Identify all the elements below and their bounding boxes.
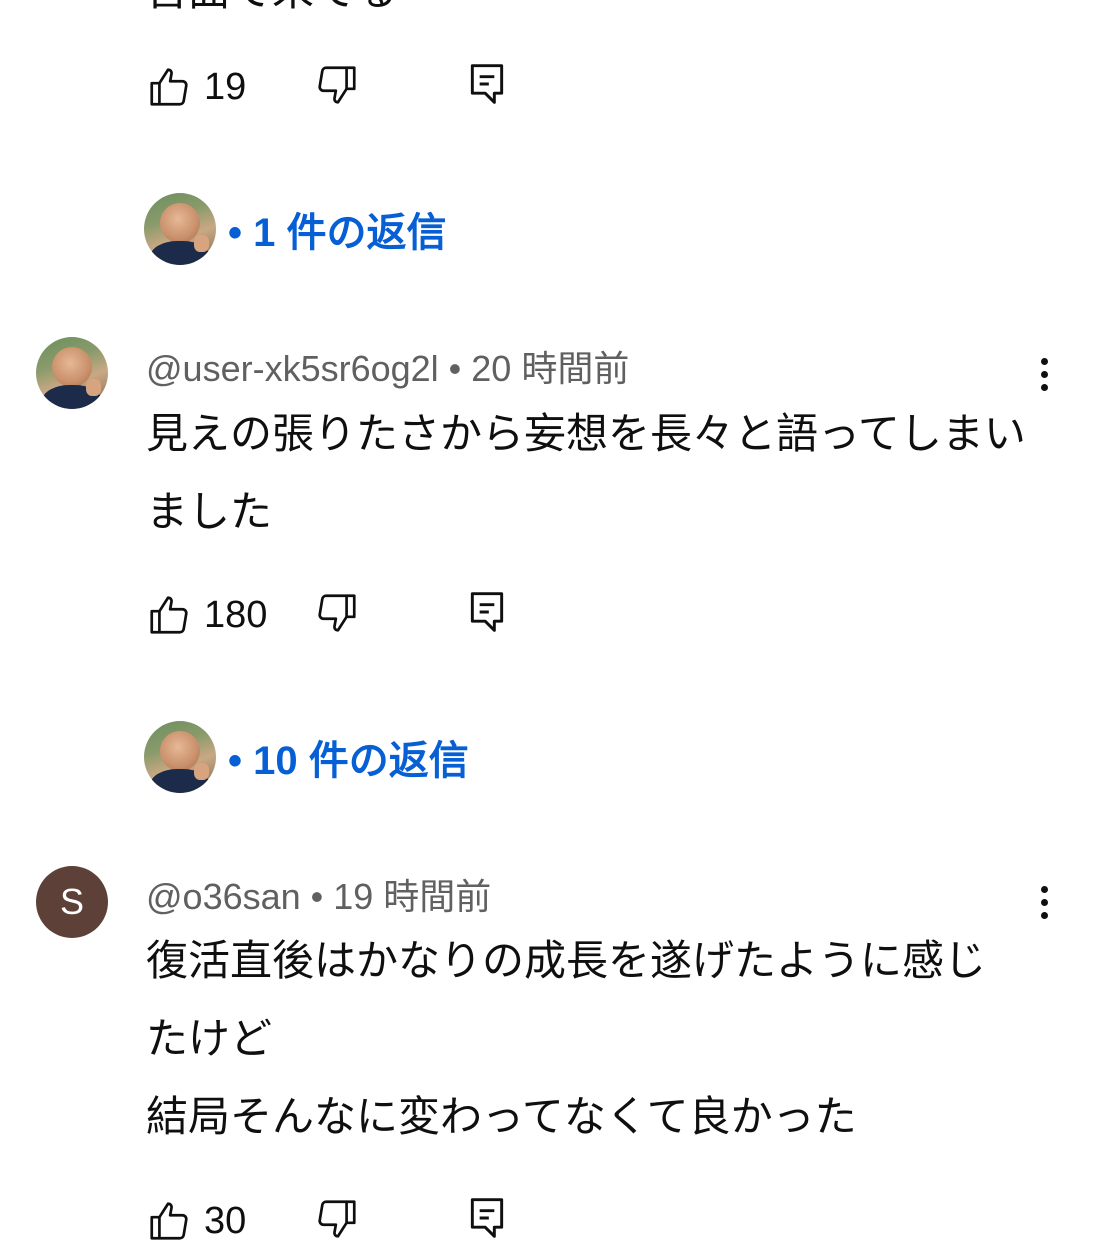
creator-avatar bbox=[144, 721, 216, 793]
like-button[interactable]: 30 bbox=[146, 1198, 246, 1244]
thumbs-down-icon bbox=[318, 1200, 356, 1238]
commenter-avatar[interactable] bbox=[36, 337, 108, 409]
comment-header: @user-xk5sr6og2l • 20 時間前 bbox=[146, 340, 629, 392]
thumbs-down-icon bbox=[318, 594, 356, 632]
meta-separator: • bbox=[438, 348, 472, 389]
like-button[interactable]: 180 bbox=[146, 592, 267, 638]
view-replies-button[interactable]: • 10 件の返信 bbox=[144, 721, 469, 793]
avatar-letter: S bbox=[36, 866, 108, 938]
dislike-button[interactable] bbox=[314, 62, 360, 112]
thumbs-down-icon bbox=[318, 66, 356, 104]
comment-reply-icon bbox=[470, 1198, 504, 1238]
thumbs-up-icon bbox=[150, 1202, 188, 1240]
dislike-button[interactable] bbox=[314, 1196, 360, 1246]
dislike-button[interactable] bbox=[314, 590, 360, 640]
reply-button[interactable] bbox=[468, 62, 506, 110]
view-replies-button[interactable]: • 1 件の返信 bbox=[144, 193, 446, 265]
previous-comment-text: 否曲で未てる bbox=[146, 0, 398, 12]
comment-author[interactable]: @user-xk5sr6og2l bbox=[146, 348, 439, 389]
thumbs-up-icon bbox=[150, 596, 188, 634]
more-vert-icon[interactable] bbox=[1030, 882, 1058, 922]
commenter-avatar[interactable]: S bbox=[36, 866, 108, 938]
comment-text: 見えの張りたさから妄想を長々と語ってしまいました bbox=[146, 409, 1026, 536]
comment-timestamp[interactable]: 20 時間前 bbox=[471, 348, 629, 389]
comment-header: @o36san • 19 時間前 bbox=[146, 868, 491, 920]
like-button[interactable]: 19 bbox=[146, 64, 246, 110]
comment-actions: 180 bbox=[146, 590, 504, 640]
like-count: 180 bbox=[204, 593, 268, 636]
reply-button[interactable] bbox=[468, 1196, 506, 1244]
reply-button[interactable] bbox=[468, 590, 506, 638]
comment-timestamp[interactable]: 19 時間前 bbox=[333, 876, 491, 917]
like-count: 30 bbox=[204, 1199, 247, 1242]
like-count: 19 bbox=[204, 65, 247, 108]
comment-reply-icon bbox=[470, 592, 504, 632]
meta-separator: • bbox=[300, 876, 334, 917]
comment-text: 復活直後はかなりの成長を遂げたように感じたけど 結局そんなに変わってなくて良かっ… bbox=[146, 936, 987, 1141]
more-vert-icon[interactable] bbox=[1030, 354, 1058, 394]
thumbs-up-icon bbox=[150, 68, 188, 106]
comment-actions: 30 bbox=[146, 1196, 504, 1246]
comment-actions: 19 bbox=[146, 62, 504, 112]
comment-reply-icon bbox=[470, 64, 504, 104]
comment-author[interactable]: @o36san bbox=[146, 876, 301, 917]
replies-count-label: • 1 件の返信 bbox=[228, 211, 447, 255]
replies-count-label: • 10 件の返信 bbox=[228, 739, 469, 783]
creator-avatar bbox=[144, 193, 216, 265]
